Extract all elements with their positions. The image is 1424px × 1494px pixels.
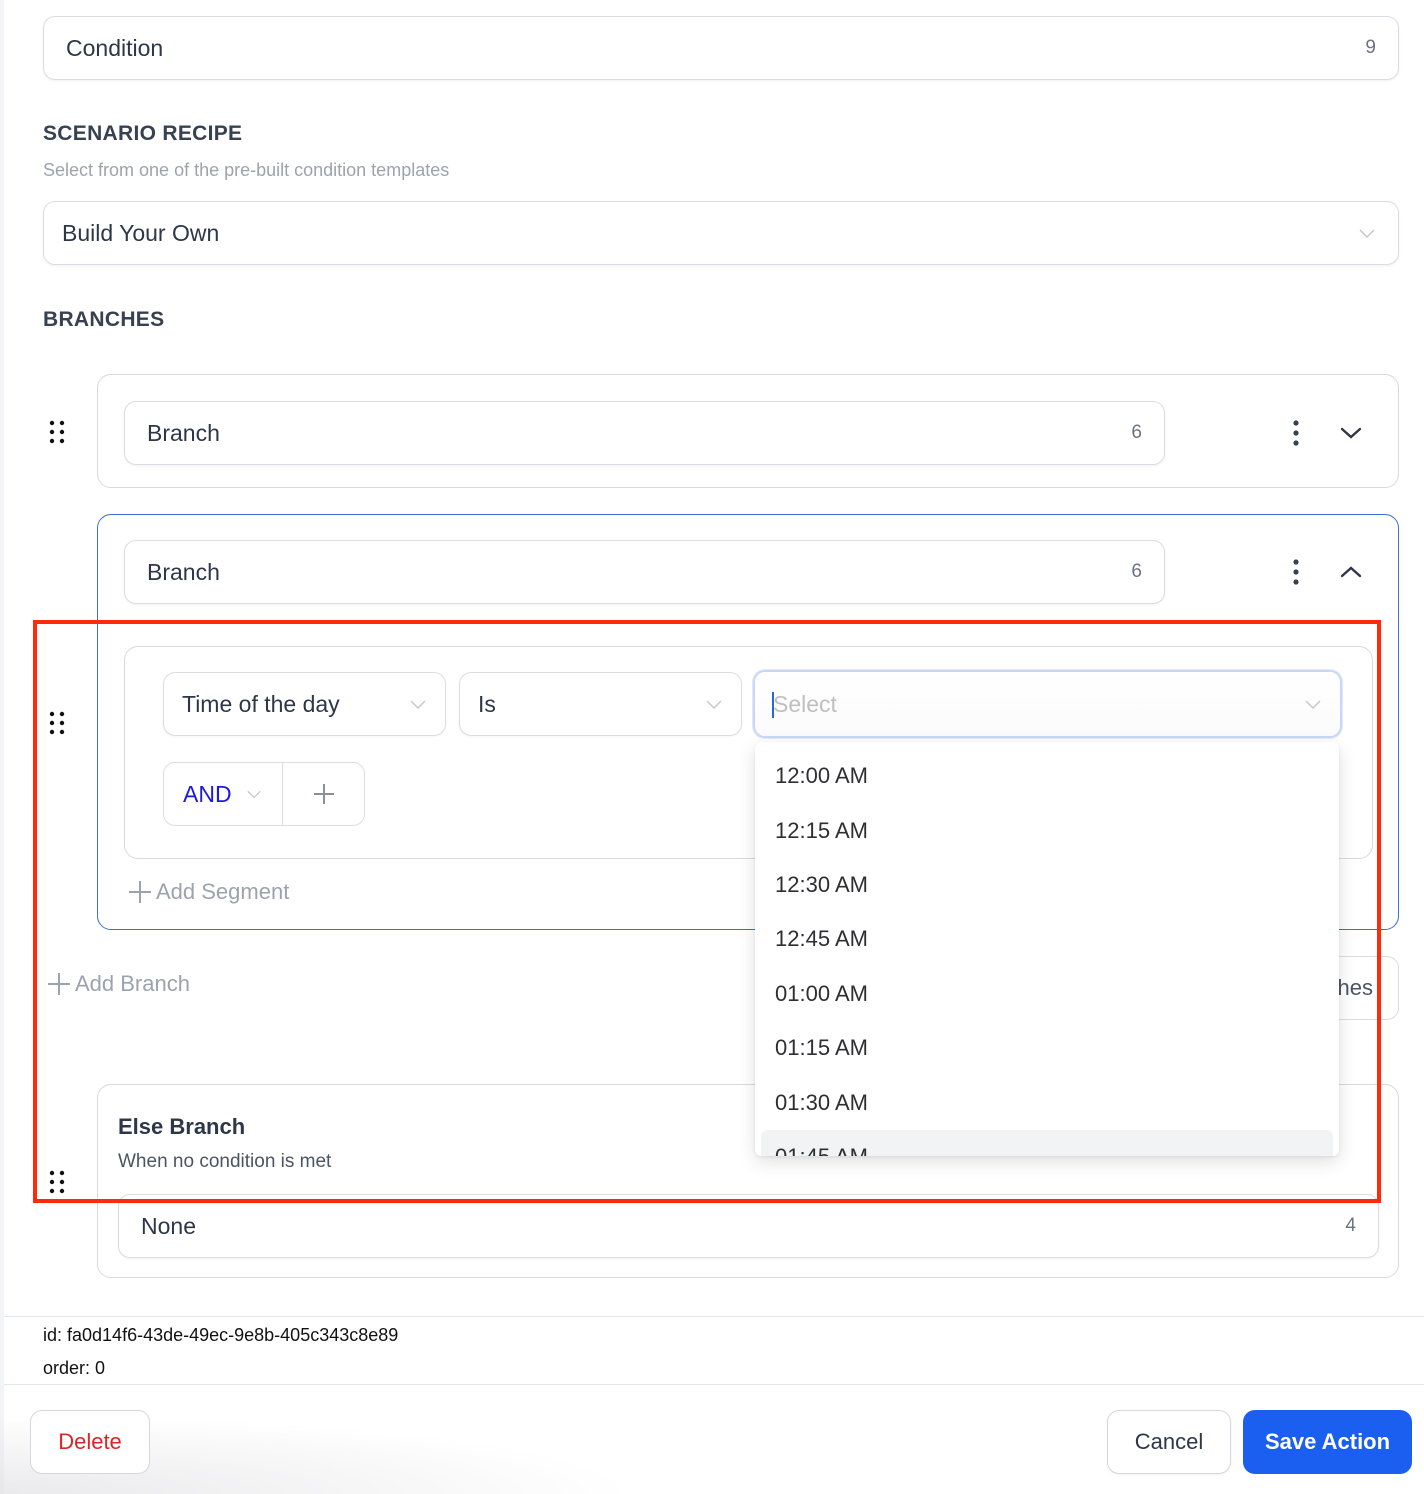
delete-button[interactable]: Delete <box>30 1410 150 1474</box>
drag-handle-icon[interactable] <box>48 420 68 444</box>
divider <box>4 1316 1424 1317</box>
scenario-recipe-subtitle: Select from one of the pre-built conditi… <box>43 160 450 180</box>
branch-name-input[interactable]: Branch 6 <box>124 401 1165 465</box>
logic-operator-group: AND <box>163 762 365 826</box>
collapse-chevron-up-icon[interactable] <box>1336 557 1366 587</box>
else-branch-title: Else Branch <box>118 1114 246 1139</box>
add-branch-button[interactable]: Add Branch <box>47 971 190 997</box>
logic-operator-select[interactable]: AND <box>164 763 283 825</box>
scenario-recipe-value: Build Your Own <box>62 219 220 246</box>
segment-field-select[interactable]: Time of the day <box>163 672 446 736</box>
add-condition-button[interactable] <box>283 763 364 825</box>
time-option[interactable]: 01:15 AM <box>755 1021 1339 1075</box>
record-id: id: fa0d14f6-43de-49ec-9e8b-405c343c8e89 <box>43 1325 399 1345</box>
segment-operator-select[interactable]: Is <box>459 672 742 736</box>
plus-icon <box>313 784 334 804</box>
expand-chevron-down-icon[interactable] <box>1336 418 1366 448</box>
drag-handle-icon[interactable] <box>48 1170 68 1194</box>
add-segment-button[interactable]: Add Segment <box>128 879 289 905</box>
scenario-recipe-select[interactable]: Build Your Own <box>43 201 1399 265</box>
branches-title: BRANCHES <box>43 308 165 331</box>
time-options-dropdown: 12:00 AM 12:15 AM 12:30 AM 12:45 AM 01:00 AM… <box>755 742 1339 1156</box>
else-branch-value: None <box>141 1212 196 1239</box>
branch-char-count: 6 <box>1131 561 1142 582</box>
time-option[interactable]: 12:15 AM <box>755 804 1339 858</box>
time-option[interactable]: 01:30 AM <box>755 1076 1339 1130</box>
branch-char-count: 6 <box>1131 422 1142 443</box>
time-option[interactable]: 12:00 AM <box>755 749 1339 803</box>
chevron-down-icon <box>1304 695 1322 713</box>
more-options-icon[interactable] <box>1281 418 1311 448</box>
else-branch-subtitle: When no condition is met <box>118 1151 332 1172</box>
chevron-down-icon <box>705 695 723 713</box>
segment-value-select[interactable]: Select <box>753 670 1342 738</box>
save-action-button[interactable]: Save Action <box>1243 1410 1412 1474</box>
plus-icon <box>129 881 151 903</box>
record-order: order: 0 <box>43 1358 106 1378</box>
branch-name-value: Branch <box>147 419 220 446</box>
else-branch-char-count: 4 <box>1345 1215 1356 1236</box>
time-option[interactable]: 12:30 AM <box>755 858 1339 912</box>
chevron-down-icon <box>1358 224 1376 242</box>
segment-field-value: Time of the day <box>182 690 340 717</box>
time-option[interactable]: 01:45 AM <box>761 1130 1333 1156</box>
scenario-recipe-title: SCENARIO RECIPE <box>43 122 243 145</box>
segment-operator-value: Is <box>478 690 496 717</box>
drag-handle-icon[interactable] <box>48 711 68 735</box>
condition-name-value: Condition <box>66 34 164 61</box>
condition-name-input[interactable]: Condition 9 <box>43 16 1399 80</box>
left-rail <box>0 0 4 1494</box>
text-caret <box>772 691 774 718</box>
time-option[interactable]: 01:00 AM <box>755 967 1339 1021</box>
logic-operator-value: AND <box>183 780 232 807</box>
condition-char-count: 9 <box>1365 37 1376 58</box>
more-options-icon[interactable] <box>1281 557 1311 587</box>
cancel-button[interactable]: Cancel <box>1107 1410 1231 1474</box>
segment-value-placeholder: Select <box>772 690 837 718</box>
branch-name-input[interactable]: Branch 6 <box>124 540 1165 604</box>
chevron-down-icon <box>246 790 261 799</box>
else-branch-name-input[interactable]: None 4 <box>118 1194 1379 1258</box>
time-option[interactable]: 12:45 AM <box>755 912 1339 966</box>
branch-name-value: Branch <box>147 558 220 585</box>
chevron-down-icon <box>409 695 427 713</box>
plus-icon <box>48 973 70 995</box>
